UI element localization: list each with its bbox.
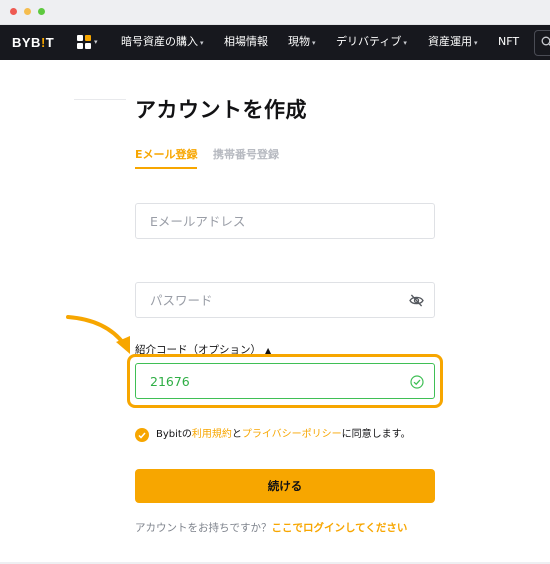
email-input[interactable]: [136, 204, 434, 238]
nav-item-spot[interactable]: 現物 ▾: [288, 35, 316, 50]
email-field: [135, 203, 435, 239]
apps-menu-button[interactable]: ▾: [77, 35, 103, 51]
continue-button[interactable]: 続ける: [135, 469, 435, 503]
nav-item-buy-crypto[interactable]: 暗号資産の購入 ▾: [121, 35, 204, 50]
apps-grid-icon: [77, 35, 91, 49]
checkmark-icon: [138, 432, 146, 439]
maximize-window-dot[interactable]: [38, 8, 45, 15]
active-tab-indicator: [135, 167, 197, 169]
nav-item-markets[interactable]: 相場情報: [224, 35, 268, 49]
login-link[interactable]: ここでログインしてください: [272, 522, 408, 534]
nav-item-nft[interactable]: NFT: [498, 35, 519, 49]
page-title: アカウントを作成: [135, 98, 307, 122]
nav-item-earn[interactable]: 資産運用 ▾: [428, 35, 478, 50]
terms-link[interactable]: 利用規約: [192, 429, 232, 440]
top-navbar: BYB!T ▾ 暗号資産の購入 ▾ 相場情報 現物 ▾ デリバティブ ▾ 資産運用 ▾ …: [0, 25, 550, 60]
password-field: [135, 282, 435, 318]
search-icon: [541, 36, 550, 46]
minimize-window-dot[interactable]: [24, 8, 31, 15]
divider: [74, 99, 126, 100]
chevron-down-icon: ▾: [312, 39, 316, 47]
agreement-checkbox[interactable]: [135, 428, 149, 442]
chevron-down-icon: ▾: [403, 39, 407, 47]
referral-code-input[interactable]: [136, 364, 434, 398]
tab-phone-signup[interactable]: 携帯番号登録: [213, 146, 279, 162]
close-window-dot[interactable]: [10, 8, 17, 15]
check-circle-icon: [410, 375, 424, 389]
arrow-icon: [66, 315, 130, 354]
agreement-text: Bybitの利用規約とプライバシーポリシーに同意します。: [156, 429, 411, 440]
browser-chrome: [0, 0, 550, 25]
eye-off-icon[interactable]: [409, 294, 424, 307]
nav-item-derivatives[interactable]: デリバティブ ▾: [336, 35, 407, 50]
privacy-policy-link[interactable]: プライバシーポリシー: [242, 429, 342, 440]
search-button[interactable]: [534, 30, 550, 56]
tab-email-signup[interactable]: Eメール登録: [135, 146, 198, 162]
chevron-down-icon: ▾: [200, 39, 204, 47]
bybit-logo[interactable]: BYB!T: [12, 35, 54, 50]
password-input[interactable]: [136, 283, 434, 317]
chevron-down-icon: ▾: [474, 39, 478, 47]
chevron-down-icon: ▾: [94, 38, 98, 46]
referral-code-field: [135, 363, 435, 399]
login-prompt: アカウントをお持ちですか？ここでログインしてください: [135, 522, 408, 534]
